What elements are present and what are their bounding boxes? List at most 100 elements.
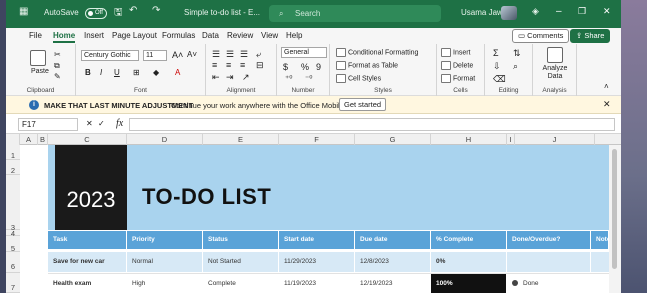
get-started-button[interactable]: Get started — [339, 98, 387, 111]
paste-button[interactable]: Paste — [31, 68, 49, 75]
collapse-ribbon-icon[interactable]: ˄ — [604, 82, 609, 91]
cell-styles-button[interactable]: Cell Styles — [336, 74, 381, 83]
increase-indent-icon[interactable]: ⇥ — [226, 72, 234, 83]
align-top-icon[interactable]: ☰ — [212, 49, 220, 60]
close-icon[interactable]: ✕ — [603, 99, 611, 110]
scrollbar-thumb[interactable] — [612, 149, 617, 269]
start-date-cell[interactable]: 11/19/2023 — [279, 274, 355, 293]
sheet-title[interactable]: TO-DO LIST — [142, 184, 271, 210]
paste-icon[interactable] — [30, 50, 46, 66]
header-start-date[interactable]: Start date — [279, 231, 355, 249]
wrap-text-icon[interactable]: ⤶ — [256, 49, 261, 60]
save-icon[interactable]: 🖫 — [114, 5, 123, 22]
restore-button[interactable]: ❐ — [578, 6, 586, 17]
cut-icon[interactable]: ✂ — [54, 50, 61, 59]
column-header-i[interactable]: I — [507, 134, 515, 145]
enter-icon[interactable]: ✓ — [98, 119, 105, 128]
diamond-icon[interactable]: ◈ — [532, 6, 539, 17]
row-header-1[interactable]: 1 — [6, 145, 20, 160]
worksheet[interactable]: 2023 TO-DO LIST Task Priority Status Sta… — [20, 145, 609, 293]
format-painter-icon[interactable]: ✎ — [54, 72, 61, 81]
name-box[interactable]: F17 — [18, 118, 78, 131]
align-center-icon[interactable]: ≡ — [226, 60, 231, 70]
percent-button[interactable]: % — [301, 62, 309, 72]
row-header-7[interactable]: 7 — [6, 273, 20, 293]
clear-icon[interactable]: ⌫ — [493, 74, 506, 85]
priority-cell[interactable]: Normal — [127, 252, 203, 272]
select-all-corner[interactable] — [6, 134, 20, 145]
analyze-data-button[interactable]: Analyze Data — [537, 65, 573, 81]
header-priority[interactable]: Priority — [127, 231, 203, 249]
comments-button[interactable]: ▭ Comments — [512, 29, 570, 43]
currency-button[interactable]: $ — [283, 62, 288, 72]
done-overdue-cell[interactable] — [507, 252, 591, 272]
due-date-cell[interactable]: 12/8/2023 — [355, 252, 431, 272]
column-header-f[interactable]: F — [279, 134, 355, 145]
decrease-font-icon[interactable]: A˅ — [187, 50, 197, 59]
autosum-button[interactable]: Σ — [493, 48, 499, 58]
percent-complete-cell[interactable]: 0% — [431, 252, 507, 272]
format-cells-button[interactable]: Format — [441, 74, 475, 83]
copy-icon[interactable]: ⧉ — [54, 61, 60, 71]
orientation-icon[interactable]: ↗ — [242, 72, 250, 83]
header-notes[interactable]: Notes — [591, 231, 609, 249]
increase-decimal-icon[interactable]: ⁺⁰ — [285, 74, 292, 83]
row-header-5[interactable]: 5 — [6, 236, 20, 253]
close-button[interactable]: ✕ — [603, 6, 611, 17]
increase-font-icon[interactable]: A˄ — [172, 50, 183, 60]
status-cell[interactable]: Complete — [203, 274, 279, 293]
merge-center-icon[interactable]: ⊟ — [256, 60, 264, 71]
cancel-icon[interactable]: ✕ — [86, 119, 93, 128]
align-right-icon[interactable]: ≡ — [240, 60, 245, 70]
number-format-select[interactable]: General — [281, 47, 327, 58]
insert-cells-button[interactable]: Insert — [441, 48, 471, 57]
percent-complete-cell[interactable]: 100% — [431, 274, 507, 293]
tab-review[interactable]: Review — [227, 31, 253, 40]
vertical-scrollbar[interactable] — [609, 145, 621, 293]
decrease-decimal-icon[interactable]: ⁻⁰ — [305, 74, 312, 83]
analyze-data-icon[interactable] — [547, 47, 563, 63]
align-left-icon[interactable]: ≡ — [212, 60, 217, 70]
align-bottom-icon[interactable]: ☰ — [240, 49, 248, 60]
done-overdue-cell[interactable]: Done — [507, 274, 591, 293]
tab-help[interactable]: Help — [286, 31, 302, 40]
year-cell[interactable]: 2023 — [55, 145, 127, 230]
header-percent-complete[interactable]: % Complete — [431, 231, 507, 249]
comma-button[interactable]: 9 — [316, 62, 321, 72]
status-cell[interactable]: Not Started — [203, 252, 279, 272]
insert-function-button[interactable]: fx — [116, 118, 123, 129]
column-header-d[interactable]: D — [127, 134, 203, 145]
tab-insert[interactable]: Insert — [84, 31, 104, 40]
italic-button[interactable]: I — [100, 68, 102, 77]
autosave-toggle[interactable]: Off — [85, 8, 107, 19]
fill-icon[interactable]: ⇩ — [493, 61, 501, 72]
file-name[interactable]: Simple to-do list - E... — [184, 8, 260, 17]
redo-icon[interactable]: ↷ — [152, 5, 160, 16]
bold-button[interactable]: B — [85, 68, 91, 77]
tab-home[interactable]: Home — [53, 31, 76, 43]
header-due-date[interactable]: Due date — [355, 231, 431, 249]
format-as-table-button[interactable]: Format as Table — [336, 61, 398, 70]
decrease-indent-icon[interactable]: ⇤ — [212, 72, 220, 83]
fill-color-icon[interactable]: ◆ — [153, 68, 159, 77]
tab-file[interactable]: File — [29, 31, 42, 40]
font-family-select[interactable]: Century Gothic — [81, 50, 139, 61]
column-header-g[interactable]: G — [355, 134, 431, 145]
conditional-formatting-button[interactable]: Conditional Formatting — [336, 48, 418, 57]
column-header-h[interactable]: H — [431, 134, 507, 145]
header-task[interactable]: Task — [48, 231, 127, 249]
search-input[interactable]: ⌕ Search — [269, 5, 441, 22]
delete-cells-button[interactable]: Delete — [441, 61, 473, 70]
borders-icon[interactable]: ⊞ — [133, 68, 140, 77]
start-date-cell[interactable]: 11/29/2023 — [279, 252, 355, 272]
formula-input[interactable] — [129, 118, 615, 131]
column-header-a[interactable]: A — [20, 134, 38, 145]
header-status[interactable]: Status — [203, 231, 279, 249]
tab-view[interactable]: View — [261, 31, 278, 40]
tab-data[interactable]: Data — [202, 31, 219, 40]
share-button[interactable]: ⇪ Share — [570, 29, 611, 43]
row-header-2[interactable]: 2 — [6, 160, 20, 175]
minimize-button[interactable]: – — [556, 6, 562, 17]
priority-cell[interactable]: High — [127, 274, 203, 293]
task-cell[interactable]: Health exam — [48, 274, 127, 293]
